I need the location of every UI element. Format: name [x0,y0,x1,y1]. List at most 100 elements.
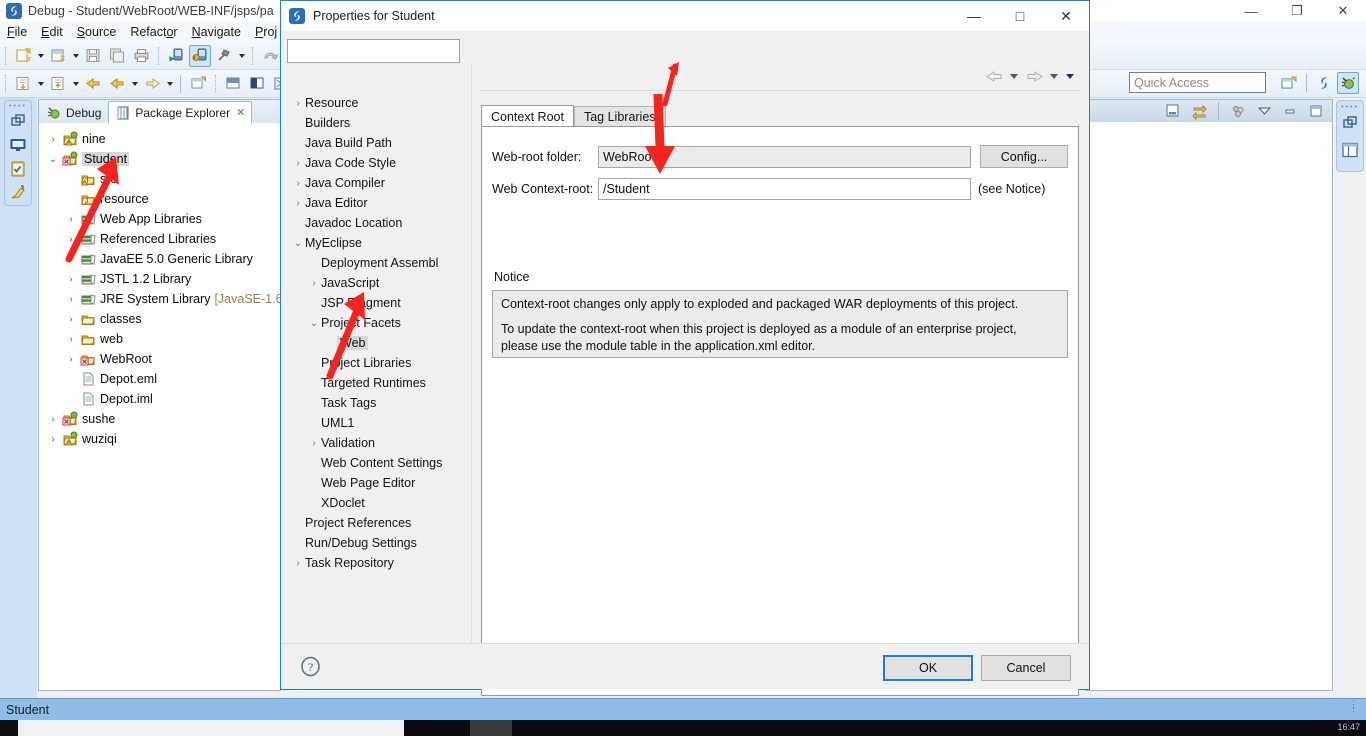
view-tab-debug[interactable]: Debug [39,101,108,123]
save-button[interactable] [82,45,104,67]
chevron-right-icon[interactable]: › [63,234,79,245]
step-return-button[interactable] [47,73,69,95]
chevron-right-icon[interactable]: › [45,434,61,445]
tree-item[interactable]: › JavaEE 5.0 Generic Library [39,249,280,269]
chevron-right-icon[interactable]: › [63,294,79,305]
chevron-down-icon[interactable]: ⌄ [45,154,61,165]
dialog-nav-item[interactable]: Project Libraries [287,353,467,373]
back-button[interactable] [106,73,128,95]
chevron-right-icon[interactable]: › [63,274,79,285]
start-button[interactable] [0,720,18,736]
dialog-minimize-button[interactable]: — [951,1,997,31]
dialog-nav-list[interactable]: › Resource Builders Java Build Path › Java Co… [287,93,467,633]
chevron-right-icon[interactable]: › [291,158,305,169]
tasks-view-icon[interactable] [9,160,27,181]
taskbar-window-group[interactable] [18,720,404,736]
dialog-nav-item[interactable]: › Java Code Style [287,153,467,173]
chevron-right-icon[interactable]: › [291,558,305,569]
tree-item[interactable]: › JRE System Library [JavaSE-1.6 [39,289,282,309]
step-into-button[interactable] [12,73,34,95]
config-button[interactable]: Config... [980,145,1068,168]
chevron-right-icon[interactable]: › [45,134,61,145]
taskbar-active-window[interactable] [470,720,512,736]
chevron-down-icon[interactable]: ⌄ [307,318,321,329]
pinned-view-icon[interactable] [9,184,27,205]
maximize-view-icon[interactable] [1305,100,1327,122]
console-view-icon[interactable] [9,136,27,157]
restore-perspective-icon[interactable] [1342,115,1359,135]
new-wizard-dropdown-icon[interactable] [35,45,46,67]
dialog-nav-item[interactable]: Targeted Runtimes [287,373,467,393]
collapse-all-icon[interactable] [1162,100,1184,122]
layout-vertical-button[interactable] [246,73,268,95]
menu-item-edit[interactable]: Edit [34,25,70,39]
page-menu-icon[interactable] [1063,66,1077,88]
dialog-nav-item[interactable]: Web [287,333,467,353]
outline-view-icon[interactable] [1341,141,1359,162]
back-dropdown-icon[interactable] [129,73,140,95]
quick-access-input[interactable]: Quick Access [1129,72,1266,93]
cancel-button[interactable]: Cancel [981,655,1071,681]
menu-item-file[interactable]: File [0,25,34,39]
dialog-nav-item[interactable]: Run/Debug Settings [287,533,467,553]
forward-dropdown-icon[interactable] [164,73,175,95]
view-menu-icon[interactable] [1253,100,1275,122]
tree-item[interactable]: › JSTL 1.2 Library [39,269,280,289]
new-java-class-button[interactable] [47,45,69,67]
dialog-title-bar[interactable]: Properties for Student — □ ✕ [281,1,1089,31]
chevron-right-icon[interactable]: › [307,438,321,449]
perspective-drag-dots[interactable]: •••• [1341,104,1359,111]
chevron-right-icon[interactable]: › [63,334,79,345]
close-button[interactable]: ✕ [1320,0,1366,22]
chevron-right-icon[interactable]: › [291,198,305,209]
open-perspective-button[interactable] [1278,72,1300,94]
myeclipse-perspective-button[interactable] [1313,72,1335,94]
build-dropdown-icon[interactable] [236,45,247,67]
dialog-nav-item[interactable]: UML1 [287,413,467,433]
dialog-nav-item[interactable]: › Task Repository [287,553,467,573]
dialog-nav-item[interactable]: ⌄ MyEclipse [287,233,467,253]
debug-perspective-button[interactable] [1337,72,1359,94]
dialog-nav-item[interactable]: Project References [287,513,467,533]
menu-item-navigate[interactable]: Navigate [185,25,248,39]
link-with-editor-icon[interactable] [1188,100,1210,122]
tree-item[interactable]: › Referenced Libraries [39,229,280,249]
back-sparkle-button[interactable] [82,73,104,95]
chevron-right-icon[interactable]: › [45,414,61,425]
help-question-icon[interactable]: ? [300,656,321,680]
dialog-nav-item[interactable]: › Java Editor [287,193,467,213]
dialog-nav-item[interactable]: › Resource [287,93,467,113]
tree-item[interactable]: › nine [39,129,280,149]
tree-item[interactable]: › wuziqi [39,429,280,449]
dialog-nav-item[interactable]: JSP Fragment [287,293,467,313]
chevron-right-icon[interactable]: › [307,278,321,289]
dialog-close-button[interactable]: ✕ [1043,1,1089,31]
tree-item[interactable]: Jresource [39,189,280,209]
tree-item[interactable]: Depot.eml [39,369,280,389]
tab-context-root[interactable]: Context Root [481,105,574,127]
chevron-down-icon[interactable]: ⌄ [291,238,305,249]
chevron-right-icon[interactable]: › [63,214,79,225]
project-tree[interactable]: › nine ⌄ Student Jsrc Jresource › Web App Libra… [39,123,283,689]
dialog-nav-item[interactable]: Web Content Settings [287,453,467,473]
build-hammer-button[interactable] [213,45,235,67]
chevron-right-icon[interactable]: › [291,178,305,189]
forward-button[interactable] [141,73,163,95]
minimize-button[interactable]: — [1228,0,1274,22]
dialog-nav-item[interactable]: Javadoc Location [287,213,467,233]
new-class-dropdown-icon[interactable] [70,45,81,67]
webroot-folder-input[interactable]: WebRoot [598,145,971,168]
tree-item[interactable]: Depot.iml [39,389,280,409]
dialog-nav-item[interactable]: Task Tags [287,393,467,413]
filters-icon[interactable] [1227,100,1249,122]
dialog-nav-item[interactable]: › Validation [287,433,467,453]
chevron-right-icon[interactable]: › [63,354,79,365]
tree-item[interactable]: › sushe [39,409,280,429]
dialog-nav-item[interactable]: › Java Compiler [287,173,467,193]
tree-item[interactable]: Jsrc [39,169,280,189]
menu-item-proj[interactable]: Proj [248,25,284,39]
chevron-right-icon[interactable]: › [291,98,305,109]
dialog-nav-item[interactable]: Web Page Editor [287,473,467,493]
save-all-button[interactable] [106,45,128,67]
print-button[interactable] [130,45,152,67]
